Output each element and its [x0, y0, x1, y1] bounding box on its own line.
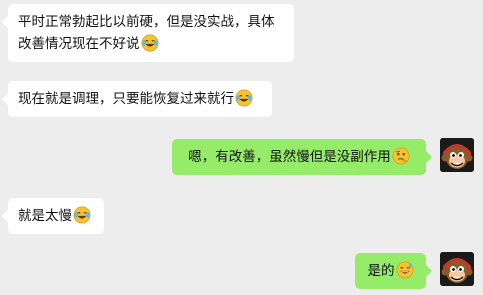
message-text: 是的 — [367, 263, 395, 279]
chat-window: 平时正常勃起比以前硬，但是没实战，具体改善情况现在不好说 现在就是调理，只要能恢… — [0, 0, 483, 295]
incoming-message-bubble[interactable]: 平时正常勃起比以前硬，但是没实战，具体改善情况现在不好说 — [2, 4, 294, 62]
incoming-message-bubble[interactable]: 现在就是调理，只要能恢复过来就行 — [2, 81, 272, 117]
laughing-crying-emoji-icon — [141, 34, 158, 52]
outgoing-message-bubble[interactable]: 嗯，有改善，虽然慢但是没副作用 — [172, 139, 432, 175]
laughing-crying-emoji-icon — [235, 89, 253, 107]
monkey-avatar-icon — [440, 138, 474, 172]
grinning-sweat-emoji-icon — [396, 261, 413, 279]
user-avatar[interactable] — [440, 138, 474, 172]
incoming-message-bubble[interactable]: 就是太慢 — [2, 198, 104, 234]
message-text: 嗯，有改善，虽然慢但是没副作用 — [188, 149, 391, 165]
monkey-avatar-icon — [440, 252, 474, 286]
user-avatar[interactable] — [440, 252, 474, 286]
message-text: 现在就是调理，只要能恢复过来就行 — [18, 91, 234, 107]
thinking-face-emoji-icon — [392, 147, 410, 165]
message-text: 就是太慢 — [18, 208, 72, 224]
outgoing-message-bubble[interactable]: 是的 — [355, 253, 432, 289]
laughing-crying-emoji-icon — [73, 206, 91, 224]
